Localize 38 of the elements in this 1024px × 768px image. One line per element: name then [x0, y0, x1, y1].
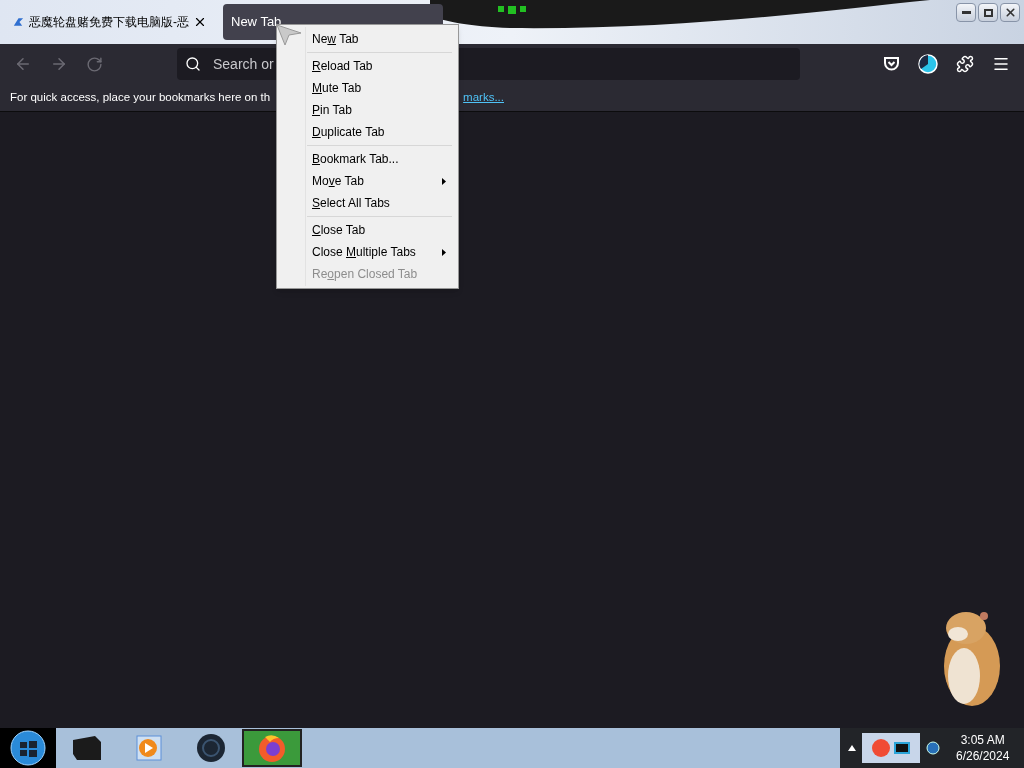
- minimize-window-button[interactable]: [956, 3, 976, 22]
- menu-item[interactable]: Close Tab: [277, 219, 458, 241]
- clock-date[interactable]: 6/26/2024: [956, 748, 1010, 764]
- site-logo-icon: [12, 16, 25, 28]
- submenu-arrow-icon: [442, 177, 446, 185]
- show-hidden-icons-icon[interactable]: [848, 745, 856, 751]
- reload-icon[interactable]: [86, 55, 103, 73]
- active-taskbar-button[interactable]: [242, 729, 302, 767]
- close-icon: [1003, 6, 1017, 19]
- menu-item[interactable]: Reload Tab: [277, 55, 458, 77]
- browser-tab[interactable]: 恶魔轮盘赌免费下载电脑版-恶: [0, 4, 215, 40]
- restore-window-button[interactable]: [978, 3, 998, 22]
- forward-icon[interactable]: [50, 55, 68, 73]
- menu-item[interactable]: Close Multiple Tabs: [277, 241, 458, 263]
- network-icon[interactable]: [926, 740, 940, 756]
- clock-time[interactable]: 3:05 AM: [960, 732, 1005, 748]
- menu-icon[interactable]: [992, 55, 1010, 73]
- close-icon[interactable]: [193, 15, 207, 29]
- firefox-icon: [257, 733, 287, 763]
- pie-chart-icon[interactable]: [918, 54, 938, 74]
- search-icon: [185, 56, 201, 72]
- tab-title: 恶魔轮盘赌免费下载电脑版-恶: [29, 14, 189, 31]
- search-placeholder: Search or: [213, 54, 274, 74]
- tray-icons-panel[interactable]: [862, 733, 920, 763]
- extensions-icon[interactable]: [956, 55, 974, 73]
- menu-item[interactable]: Select All Tabs: [277, 192, 458, 214]
- back-icon[interactable]: [14, 55, 32, 73]
- menu-item[interactable]: Move Tab: [277, 170, 458, 192]
- submenu-arrow-icon: [442, 248, 446, 256]
- menu-item[interactable]: Bookmark Tab...: [277, 148, 458, 170]
- menu-item[interactable]: Pin Tab: [277, 99, 458, 121]
- menu-item[interactable]: Mute Tab: [277, 77, 458, 99]
- start-button[interactable]: [10, 730, 46, 766]
- close-window-button[interactable]: [1000, 3, 1020, 22]
- menu-item[interactable]: Duplicate Tab: [277, 121, 458, 143]
- pocket-icon[interactable]: [883, 56, 900, 72]
- bookmarks-message: For quick access, place your bookmarks here on th: [10, 89, 271, 105]
- bookmarks-link[interactable]: marks...: [463, 88, 504, 107]
